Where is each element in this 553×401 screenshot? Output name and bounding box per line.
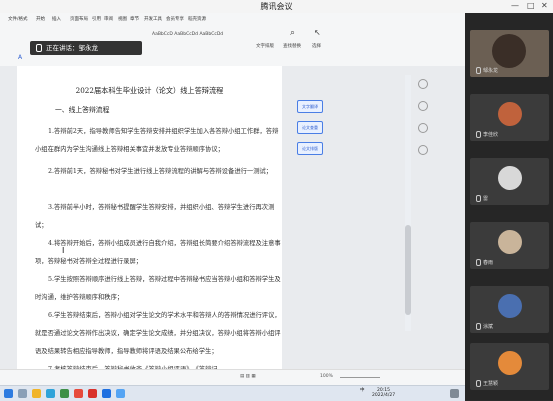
close-icon[interactable]: ✕ — [541, 1, 548, 10]
wps-icon[interactable] — [88, 389, 97, 398]
find-replace-button[interactable]: 查找替换 — [283, 43, 301, 49]
participant-gallery: 邹永龙 李佳欣 雷 春雨 涂斌 王慧颖 — [465, 13, 553, 400]
participant-tile[interactable]: 邹永龙 — [470, 30, 549, 77]
participant-name: 春雨 — [476, 259, 493, 266]
tab-layout[interactable]: 页面布局 — [70, 16, 88, 22]
select-cursor-icon[interactable]: ↖ — [314, 28, 321, 37]
right-toolbar — [414, 79, 430, 167]
document-area: 2022届本科生毕业设计（论文）线上答辩流程 一、线上答辩流程 1.答辩前2天，… — [0, 66, 465, 373]
avatar — [498, 102, 522, 126]
participant-name: 王慧颖 — [476, 380, 498, 387]
clock-date: 2022/4/27 — [372, 393, 396, 398]
minimize-icon[interactable]: — — [511, 1, 519, 10]
paragraph: 5.学生按照答辩顺序进行线上答辩，答辩过程中答辩秘书应当答辩小组和答辩学生及时沟… — [35, 276, 281, 301]
taskbar: 中 20:15 2022/4/27 — [0, 385, 465, 401]
document-title: 2022届本科生毕业设计（论文）线上答辩流程 — [75, 86, 224, 95]
input-language[interactable]: 中 — [360, 388, 365, 393]
microphone-icon — [476, 323, 481, 330]
select-button[interactable]: 选择 — [312, 43, 321, 49]
share-icon[interactable] — [418, 123, 428, 133]
tab-docer[interactable]: 稻壳资源 — [188, 16, 206, 22]
paragraph: 2.答辩前1天，答辩秘书对学生进行线上答辩流程的讲解与答辩设备进行一测试； — [48, 168, 273, 175]
paragraph: 1.答辩前2天，指导教师告知学生答辩安排并组织学生加入各答辩小组工作群，答辩小组… — [35, 128, 279, 153]
app-icon[interactable] — [116, 389, 125, 398]
participant-name: 涂斌 — [476, 323, 493, 330]
avatar — [498, 230, 522, 254]
paragraph: 3.答辩前半小时，答辩秘书提醒学生答辩安排，并组织小组、答辩学生进行再次测试； — [35, 204, 275, 229]
search-taskbar-icon[interactable] — [18, 389, 27, 398]
notification-icon[interactable] — [450, 389, 459, 398]
windows-start-icon[interactable] — [4, 389, 13, 398]
avatar — [492, 34, 526, 68]
scrollbar-thumb[interactable] — [405, 225, 411, 315]
tab-section[interactable]: 章节 — [130, 16, 139, 22]
shared-screen: 文件/格式 开始 插入 页面布局 引用 审阅 视图 章节 开发工具 会员专享 稻… — [0, 13, 465, 385]
translate-button[interactable]: 文字翻译 — [297, 100, 323, 113]
window-title: 腾讯会议 — [260, 2, 293, 11]
paragraph: 4.将答辩开始后，答辩小组成员进行自我介绍，答辩组长简要介绍答辩流程及注意事项，… — [35, 240, 281, 265]
document-page[interactable]: 2022届本科生毕业设计（论文）线上答辩流程 一、线上答辩流程 1.答辩前2天，… — [17, 66, 282, 373]
avatar — [498, 166, 522, 190]
zoom-level[interactable]: 100% — [320, 374, 333, 379]
participant-tile[interactable]: 李佳欣 — [470, 94, 549, 141]
tab-view[interactable]: 视图 — [118, 16, 127, 22]
participant-name: 雷 — [476, 195, 488, 202]
text-layout-button[interactable]: 文字排版 — [256, 43, 274, 49]
avatar — [498, 294, 522, 318]
participant-name: 邹永龙 — [476, 67, 498, 74]
tab-insert[interactable]: 插入 — [52, 16, 61, 22]
style-gallery[interactable]: AaBbCcD AaBbCcDd AaBbCcDd — [152, 32, 223, 37]
section-heading: 一、线上答辩流程 — [55, 106, 110, 114]
paragraph: 6.学生答辩结束后，答辩小组对学生论文的学术水平和答辩人的答辩情况进行评议，就是… — [35, 312, 281, 355]
clock-icon[interactable] — [418, 79, 428, 89]
participant-tile[interactable]: 春雨 — [470, 222, 549, 269]
plagiarism-check-button[interactable]: 论文查重 — [297, 121, 323, 134]
participant-tile[interactable]: 王慧颖 — [470, 343, 549, 390]
mouse-cursor-icon: I — [62, 246, 65, 255]
microphone-icon — [36, 44, 42, 52]
app-icon[interactable] — [74, 389, 83, 398]
participant-name: 李佳欣 — [476, 131, 498, 138]
microphone-icon — [476, 195, 481, 202]
speaking-indicator: 正在讲话：邹永龙 — [30, 41, 142, 55]
meeting-icon[interactable] — [102, 389, 111, 398]
clock[interactable]: 20:15 2022/4/27 — [372, 388, 395, 398]
tab-file[interactable]: 文件/格式 — [8, 16, 28, 22]
ribbon: 文件/格式 开始 插入 页面布局 引用 审阅 视图 章节 开发工具 会员专享 稻… — [0, 13, 465, 67]
microphone-icon — [476, 380, 481, 387]
paper-format-button[interactable]: 论文排版 — [297, 142, 323, 155]
participant-tile[interactable]: 涂斌 — [470, 286, 549, 333]
settings-icon[interactable] — [418, 101, 428, 111]
maximize-icon[interactable]: □ — [527, 1, 535, 10]
font-color-icon[interactable]: A — [18, 54, 22, 61]
tab-review[interactable]: 审阅 — [104, 16, 113, 22]
tab-member[interactable]: 会员专享 — [166, 16, 184, 22]
tab-developer[interactable]: 开发工具 — [144, 16, 162, 22]
status-bar: ▤ ▥ ▦ 100% — [0, 369, 465, 385]
microphone-icon — [476, 259, 481, 266]
view-mode-icon[interactable]: ▤ ▥ ▦ — [240, 374, 256, 379]
vertical-scrollbar[interactable] — [405, 75, 411, 331]
edge-icon[interactable] — [46, 389, 55, 398]
side-tool-panel: 文字翻译 论文查重 论文排版 — [297, 100, 323, 163]
zoom-slider[interactable] — [340, 377, 380, 378]
app-icon[interactable] — [60, 389, 69, 398]
tab-references[interactable]: 引用 — [92, 16, 101, 22]
title-bar: 腾讯会议 — □ ✕ — [0, 0, 553, 14]
search-icon[interactable]: ⌕ — [290, 28, 295, 38]
participant-tile[interactable]: 雷 — [470, 158, 549, 205]
speaker-label: 正在讲话：邹永龙 — [46, 44, 98, 52]
avatar — [498, 351, 522, 375]
microphone-icon — [476, 131, 481, 138]
microphone-icon — [476, 67, 481, 74]
explorer-icon[interactable] — [32, 389, 41, 398]
tab-home[interactable]: 开始 — [36, 16, 45, 22]
help-icon[interactable] — [418, 145, 428, 155]
